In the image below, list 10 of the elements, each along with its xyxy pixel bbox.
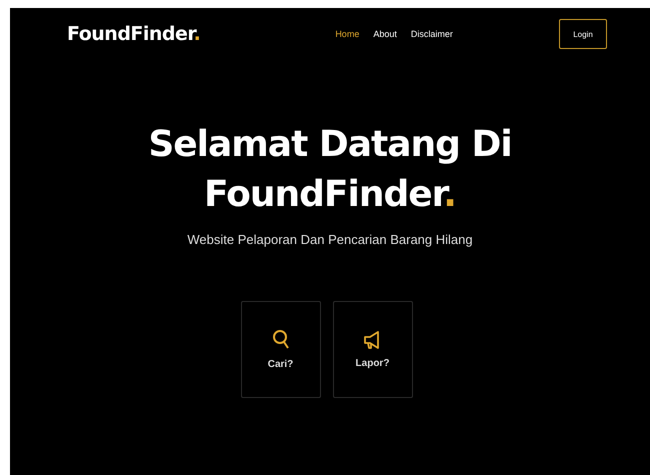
logo[interactable]: FoundFinder. [67, 23, 200, 45]
nav-link[interactable]: Home [335, 29, 360, 39]
login-button[interactable]: Login [559, 19, 607, 49]
hero-title: Selamat Datang Di FoundFinder. [148, 123, 512, 217]
hero-subtitle: Website Pelaporan Dan Pencarian Barang Hilang [187, 232, 473, 247]
search-icon [272, 329, 290, 351]
action-card[interactable]: Cari? [240, 301, 320, 398]
nav-link[interactable]: Disclaimer [410, 29, 453, 39]
action-card[interactable]: Lapor? [332, 301, 412, 398]
nav-link[interactable]: About [373, 29, 397, 39]
